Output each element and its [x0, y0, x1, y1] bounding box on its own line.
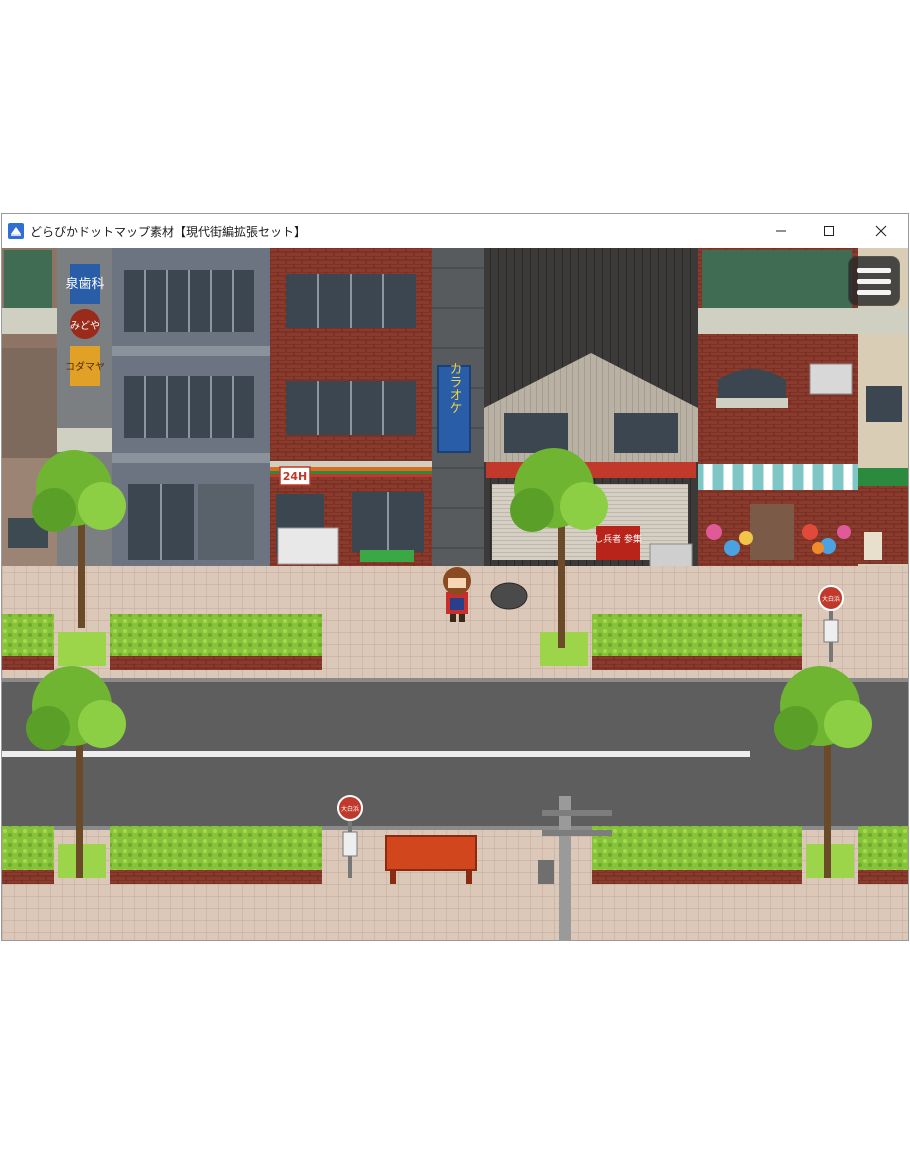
building-convenience-store: 24H: [270, 248, 432, 566]
sign-kodamaya: コダマヤ: [65, 360, 105, 373]
building-gray: [112, 248, 270, 566]
title-bar[interactable]: どらぴかドットマップ素材【現代街編拡張セット】: [2, 214, 908, 248]
bus-stop-label-upper: 大白浜: [822, 595, 840, 603]
menu-bar: [857, 278, 891, 284]
maximize-button[interactable]: [806, 214, 852, 248]
close-button[interactable]: [858, 214, 904, 248]
game-window: どらぴかドットマップ素材【現代街編拡張セット】 泉歯科 みどや コダマヤ 24H…: [1, 213, 909, 941]
menu-bar: [857, 289, 891, 295]
town-map: 泉歯科 みどや コダマヤ 24H カラオケ し兵者 参集 大白浜 大白浜: [2, 248, 908, 940]
menu-bar: [857, 267, 891, 273]
close-icon: [875, 225, 887, 237]
hamburger-menu-button[interactable]: [848, 256, 900, 306]
sign-dental: 泉歯科: [65, 276, 104, 292]
minimize-icon: [776, 230, 786, 232]
sign-24h: 24H: [283, 470, 308, 483]
minimize-button[interactable]: [758, 214, 804, 248]
sign-karaoke: カラオケ: [447, 362, 462, 414]
manhole: [490, 582, 528, 610]
app-icon: [8, 223, 24, 239]
sign-shop: し兵者 参集: [594, 533, 642, 545]
building-flower-shop: [698, 248, 858, 566]
bus-stop-label-lower: 大白浜: [341, 805, 359, 813]
maximize-icon: [824, 226, 834, 236]
game-viewport[interactable]: 泉歯科 みどや コダマヤ 24H カラオケ し兵者 参集 大白浜 大白浜: [2, 248, 908, 940]
window-title: どらぴかドットマップ素材【現代街編拡張セット】: [30, 224, 307, 239]
road-lane-line: [2, 751, 750, 757]
alley-karaoke: カラオケ: [432, 248, 484, 566]
player-character: [443, 567, 471, 622]
sign-midoriya: みどや: [70, 320, 100, 332]
